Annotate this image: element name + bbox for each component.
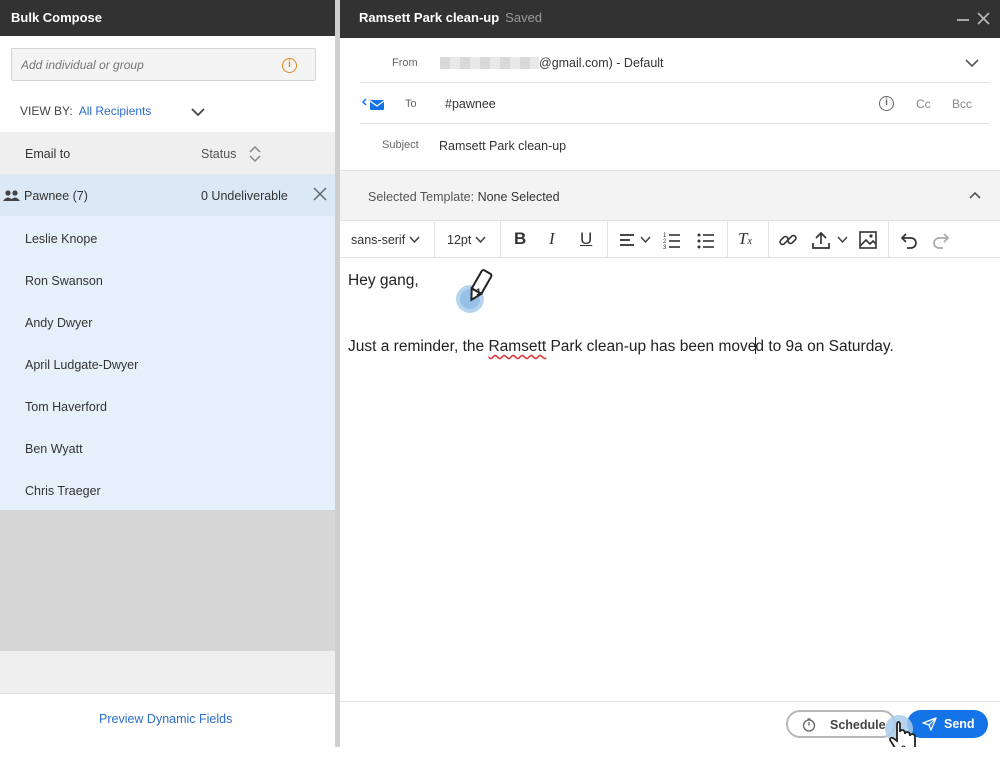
info-icon[interactable]: i (282, 58, 297, 73)
preview-dynamic-fields-link[interactable]: Preview Dynamic Fields (99, 712, 232, 726)
from-value: @gmail.com) - Default (539, 56, 664, 70)
editor-toolbar: sans-serif 12pt B I U 123 Tx (340, 220, 1000, 258)
recipient-search[interactable]: i (11, 48, 316, 81)
recipients-panel: Bulk Compose i VIEW BY: All Recipients Em… (0, 0, 335, 747)
toolbar-divider (888, 221, 889, 257)
body-line: Hey gang, (348, 272, 419, 289)
sort-icon[interactable] (248, 144, 262, 164)
column-email-to: Email to (25, 147, 71, 161)
redacted-email (440, 57, 539, 69)
underline-icon[interactable]: U (580, 229, 592, 249)
to-value[interactable]: #pawnee (445, 97, 496, 111)
body-line: Just a reminder, the Ramsett Park clean-… (348, 337, 894, 356)
group-row[interactable]: Pawnee (7) 0 Undeliverable (0, 174, 335, 216)
subject-input[interactable]: Ramsett Park clean-up (439, 139, 566, 153)
list-item[interactable]: April Ludgate-Dwyer (0, 342, 335, 384)
chevron-down-icon[interactable] (837, 236, 848, 244)
list-item[interactable]: Tom Haverford (0, 384, 335, 426)
toolbar-divider (768, 221, 769, 257)
from-row[interactable]: From @gmail.com) - Default (360, 42, 990, 83)
close-icon[interactable] (977, 12, 990, 25)
compose-title-bar: Ramsett Park clean-up Saved (340, 0, 1000, 38)
bcc-button[interactable]: Bcc (952, 97, 972, 111)
bold-icon[interactable]: B (514, 229, 526, 249)
template-label: Selected Template: (368, 190, 475, 204)
toolbar-divider (607, 221, 608, 257)
group-icon (3, 190, 20, 201)
list-item[interactable]: Leslie Knope (0, 216, 335, 258)
body-text: d to 9a on Saturday. (755, 338, 894, 355)
subject-row[interactable]: Subject Ramsett Park clean-up (360, 124, 990, 165)
upload-icon[interactable] (811, 230, 831, 250)
subject-label: Subject (382, 139, 419, 151)
chevron-down-icon[interactable] (640, 236, 651, 244)
member-list: Leslie Knope Ron Swanson Andy Dwyer Apri… (0, 216, 335, 510)
recipients-toggle-icon[interactable] (361, 96, 387, 112)
template-selection: Selected Template: None Selected (368, 190, 560, 204)
to-row[interactable]: To #pawnee i Cc Bcc (360, 83, 990, 124)
pencil-callout-icon: 1 (456, 269, 493, 313)
chevron-down-icon[interactable] (964, 58, 980, 68)
recipients-table-header: Email to Status (0, 132, 335, 174)
chevron-down-icon (475, 236, 486, 244)
misspelled-word[interactable]: Ramsett (488, 338, 546, 355)
panel-title: Bulk Compose (0, 0, 335, 36)
image-icon[interactable] (858, 230, 878, 250)
minimize-icon[interactable] (957, 19, 969, 21)
template-bar[interactable]: Selected Template: None Selected (340, 170, 1000, 220)
font-family-select[interactable]: sans-serif (351, 233, 420, 247)
compose-footer: Schedule Send 2 (340, 701, 1000, 755)
list-item[interactable]: Ben Wyatt (0, 426, 335, 468)
message-body-editor[interactable]: Hey gang, Just a reminder, the Ramsett P… (340, 258, 1000, 701)
group-status: 0 Undeliverable (201, 189, 288, 203)
preview-bar: Preview Dynamic Fields (0, 693, 335, 747)
align-left-icon[interactable] (618, 230, 638, 250)
column-status[interactable]: Status (201, 147, 236, 161)
toolbar-divider (500, 221, 501, 257)
bottom-strip (0, 747, 1000, 770)
undo-icon[interactable] (898, 230, 918, 250)
font-family-value: sans-serif (351, 233, 406, 247)
body-text: Park clean-up has been move (546, 338, 757, 355)
empty-area-footer (0, 651, 335, 693)
toolbar-divider (434, 221, 435, 257)
group-label: Pawnee (7) (24, 189, 88, 203)
svg-text:3: 3 (663, 245, 667, 250)
list-item[interactable]: Andy Dwyer (0, 300, 335, 342)
view-by-label: VIEW BY: (20, 104, 73, 118)
redo-icon[interactable] (932, 230, 952, 250)
toolbar-divider (727, 221, 728, 257)
chevron-down-icon (409, 236, 420, 244)
chevron-down-icon[interactable] (190, 105, 206, 119)
view-by-select[interactable]: All Recipients (79, 104, 152, 118)
font-size-select[interactable]: 12pt (447, 233, 486, 247)
send-label: Send (944, 717, 975, 731)
recipient-search-input[interactable] (12, 49, 272, 80)
font-size-value: 12pt (447, 233, 472, 247)
info-icon[interactable]: i (879, 96, 894, 111)
saved-status: Saved (505, 10, 543, 25)
callout-number: 1 (476, 287, 481, 297)
clock-icon (802, 718, 816, 732)
italic-icon[interactable]: I (549, 229, 555, 249)
compose-panel: Ramsett Park clean-up Saved From @gmail.c… (340, 0, 1000, 755)
to-label: To (405, 98, 417, 110)
template-value: None Selected (477, 190, 560, 204)
compose-title: Ramsett Park clean-up (359, 10, 500, 25)
cc-button[interactable]: Cc (916, 97, 931, 111)
empty-area (0, 510, 335, 651)
chevron-up-icon[interactable] (969, 191, 981, 199)
link-icon[interactable] (778, 230, 798, 250)
from-label: From (392, 57, 418, 69)
close-icon[interactable] (313, 187, 327, 201)
app-root: Bulk Compose i VIEW BY: All Recipients Em… (0, 0, 1000, 770)
list-item[interactable]: Chris Traeger (0, 468, 335, 510)
list-item[interactable]: Ron Swanson (0, 258, 335, 300)
bullet-list-icon[interactable] (696, 230, 716, 250)
ordered-list-icon[interactable]: 123 (662, 230, 682, 251)
view-by: VIEW BY: All Recipients (20, 104, 151, 118)
body-text: Just a reminder, the (348, 338, 489, 355)
clear-format-icon[interactable]: Tx (738, 229, 752, 249)
